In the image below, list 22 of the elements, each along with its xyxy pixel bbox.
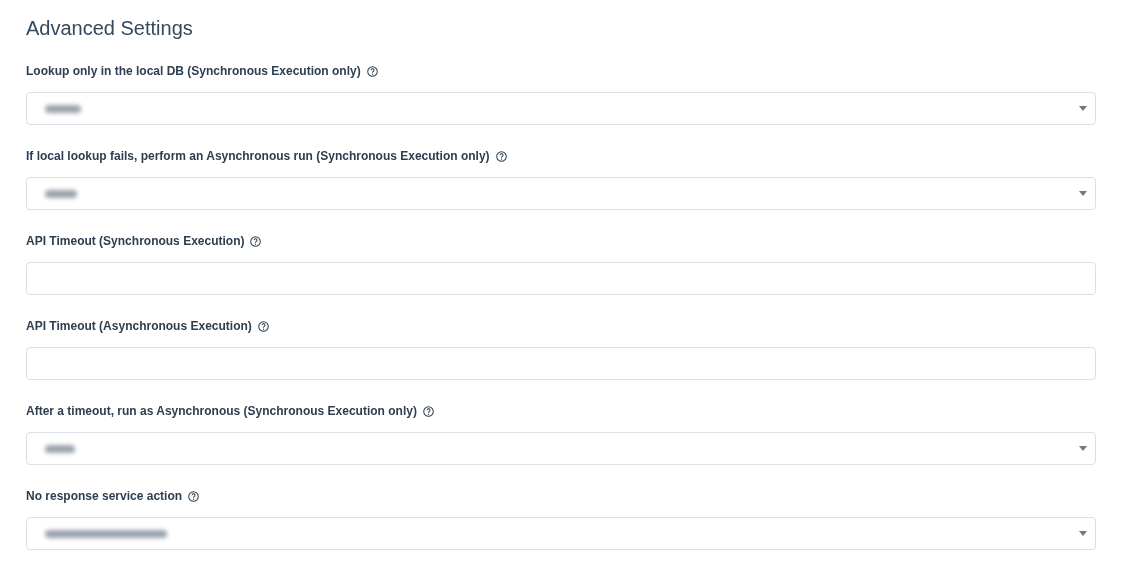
- blurred-value: [45, 444, 75, 453]
- caret-icon: [1079, 191, 1087, 196]
- field-label: After a timeout, run as Asynchronous (Synchronous Execution only): [26, 403, 417, 420]
- caret-icon: [1079, 531, 1087, 536]
- field-label: Lookup only in the local DB (Synchronous Execution only): [26, 63, 361, 80]
- input-field[interactable]: [26, 262, 1096, 295]
- field-label: If local lookup fails, perform an Asynchronous run (Synchronous Execution only): [26, 148, 490, 165]
- help-icon[interactable]: [495, 150, 507, 162]
- caret-icon: [1079, 106, 1087, 111]
- help-icon[interactable]: [366, 65, 378, 77]
- field-label: API Timeout (Synchronous Execution): [26, 233, 245, 250]
- blurred-value: [45, 189, 77, 198]
- help-icon[interactable]: [188, 490, 200, 502]
- field-label: No response service action: [26, 488, 183, 505]
- blurred-value: [45, 104, 81, 113]
- section-title: Advanced Settings: [26, 16, 194, 41]
- caret-icon: [1079, 446, 1087, 451]
- field-label: API Timeout (Asynchronous Execution): [26, 318, 252, 335]
- help-icon[interactable]: [257, 320, 269, 332]
- help-icon[interactable]: [250, 235, 262, 247]
- input-field[interactable]: [26, 347, 1096, 380]
- help-icon[interactable]: [422, 405, 434, 417]
